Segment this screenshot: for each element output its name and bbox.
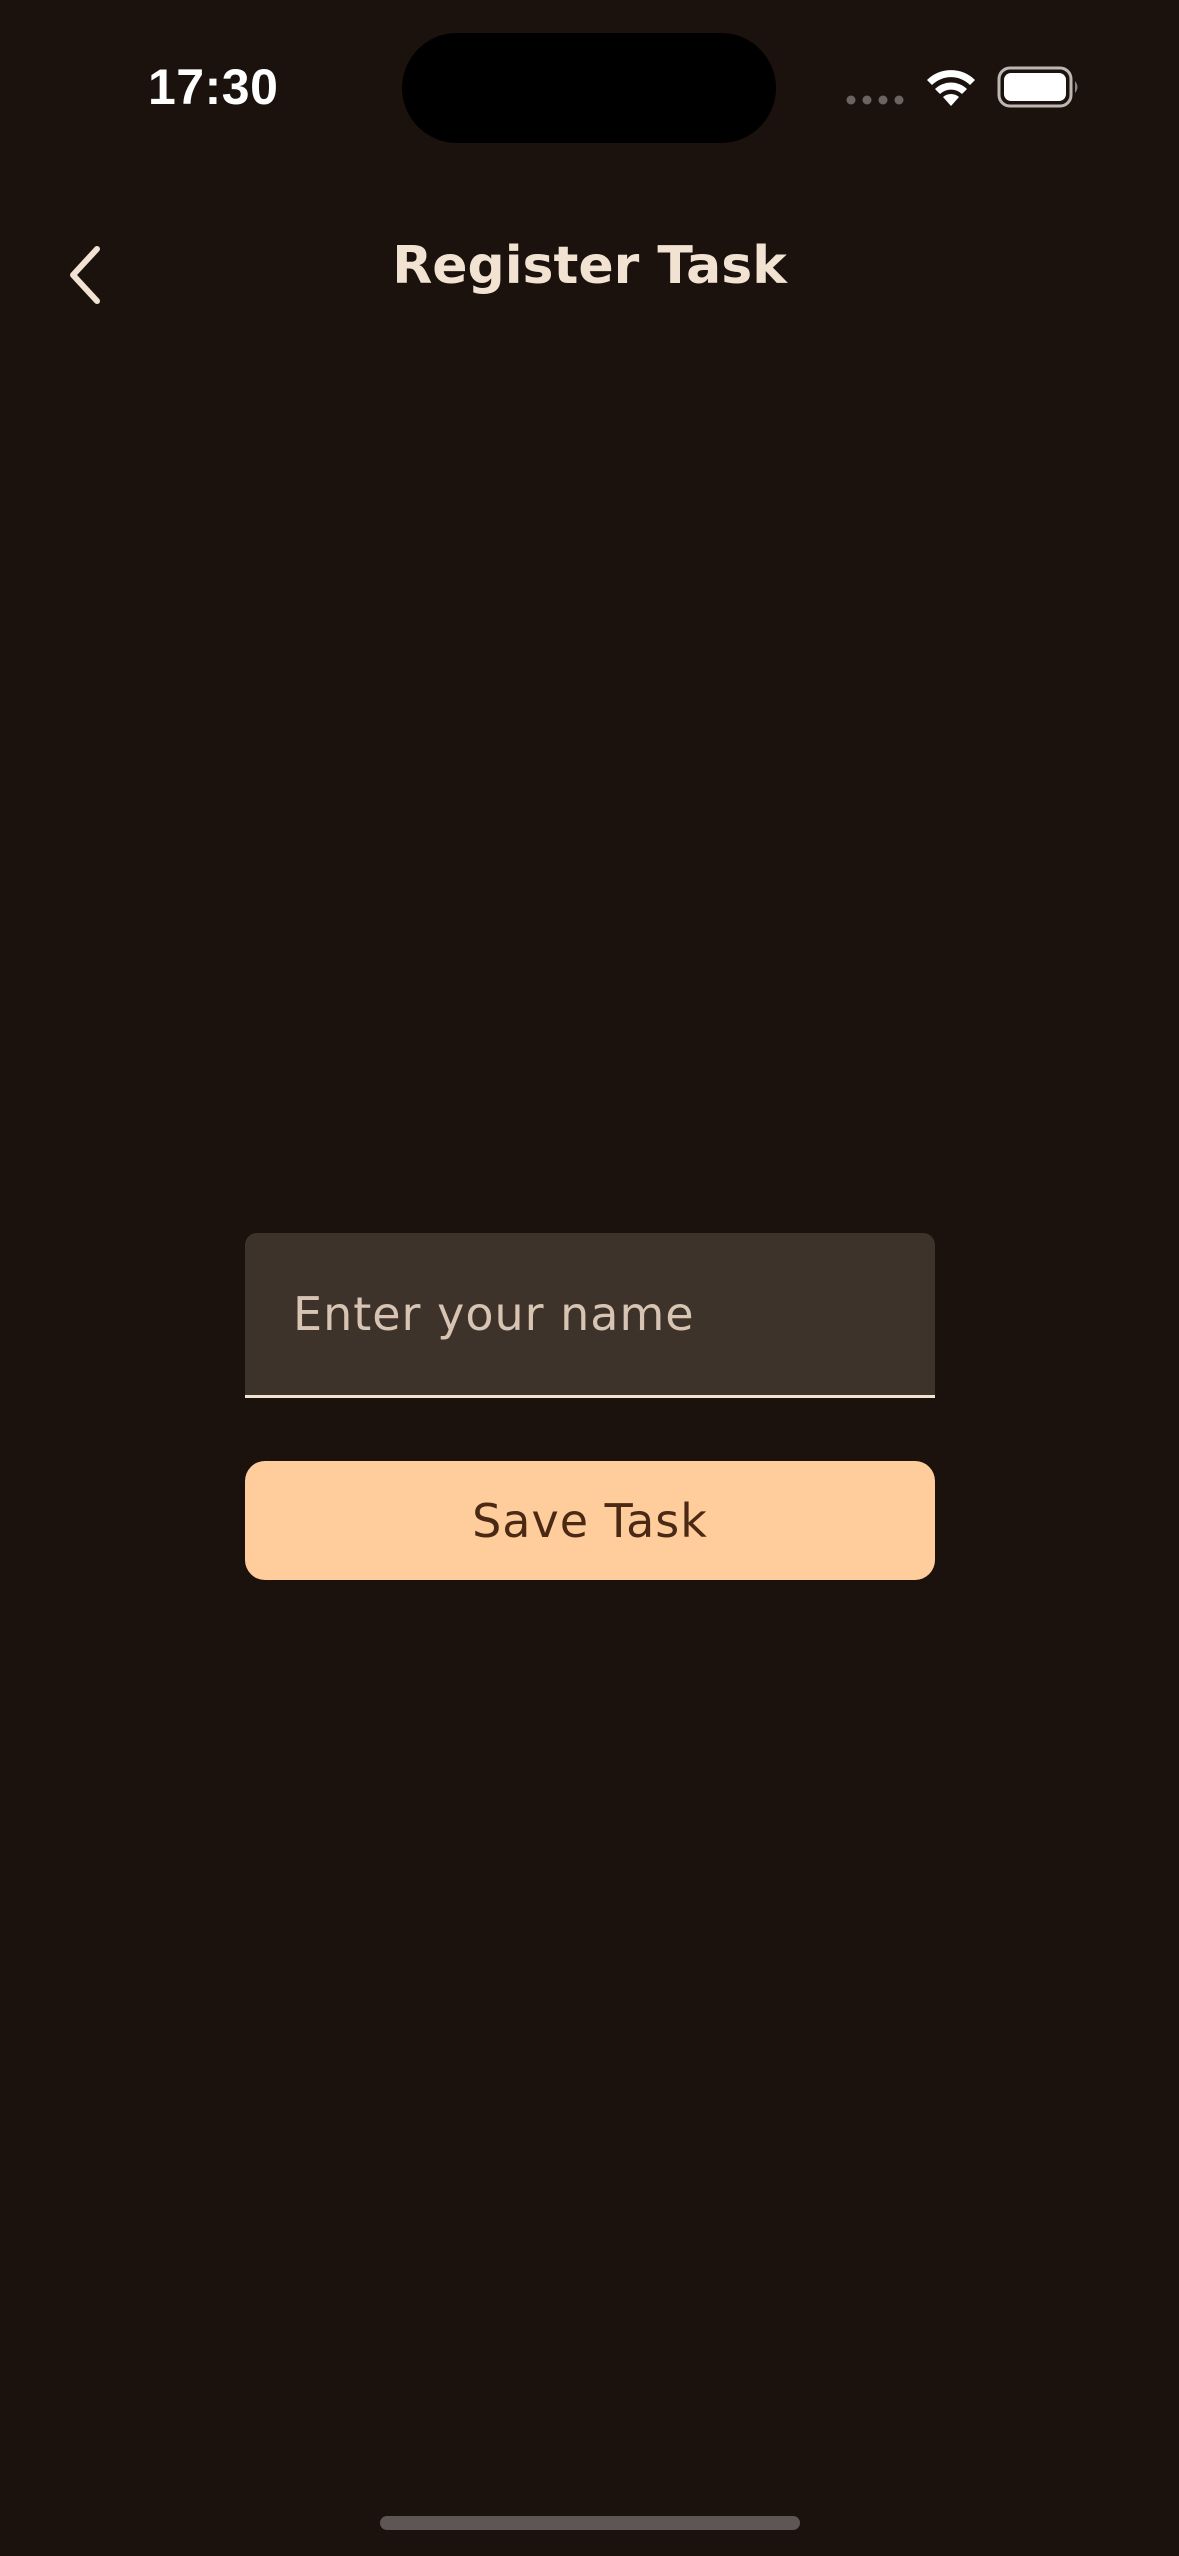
status-bar: 17:30 bbox=[0, 0, 1179, 170]
status-time: 17:30 bbox=[148, 59, 279, 115]
home-indicator[interactable] bbox=[380, 2516, 800, 2530]
dynamic-island bbox=[402, 33, 776, 143]
name-input[interactable] bbox=[293, 1233, 913, 1395]
save-task-button[interactable]: Save Task bbox=[245, 1461, 935, 1580]
navigation-bar: Register Task bbox=[0, 200, 1179, 350]
name-field[interactable] bbox=[245, 1233, 935, 1398]
wifi-icon bbox=[927, 70, 975, 106]
page-title: Register Task bbox=[392, 236, 787, 296]
battery-icon bbox=[997, 66, 1078, 108]
cellular-signal-icon bbox=[846, 95, 904, 105]
